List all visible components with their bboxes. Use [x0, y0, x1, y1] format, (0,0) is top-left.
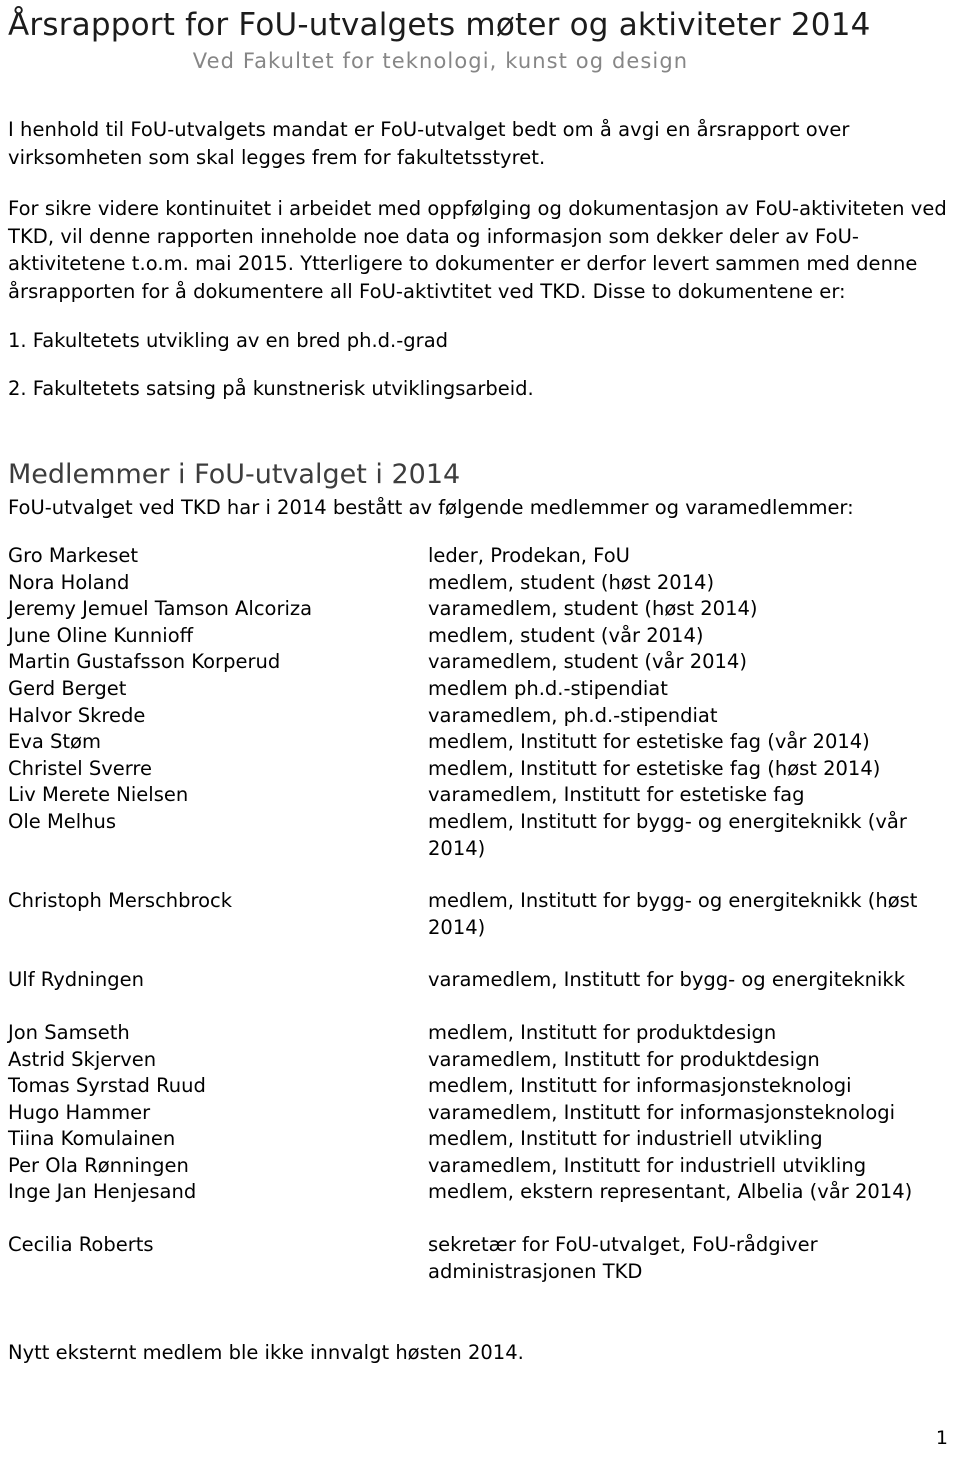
spacer-cell: [8, 941, 428, 967]
member-role: medlem, Institutt for produktdesign: [428, 1020, 777, 1044]
intro-paragraph-2: For sikre videre kontinuitet i arbeidet …: [8, 197, 947, 303]
member-name: Liv Merete Nielsen: [8, 783, 189, 807]
member-role: medlem, student (vår 2014): [428, 623, 704, 647]
table-row-spacer: [8, 862, 960, 888]
member-role: medlem, Institutt for estetiske fag (vår…: [428, 730, 870, 754]
member-name: Tiina Komulainen: [8, 1127, 176, 1151]
member-role: medlem, ekstern representant, Albelia (v…: [428, 1180, 913, 1204]
table-row: Ulf Rydningen varamedlem, Institutt for …: [8, 967, 960, 994]
table-row: Christel Sverre medlem, Institutt for es…: [8, 756, 960, 783]
spacer-cell: [428, 1206, 960, 1232]
table-row: Gro Markeset leder, Prodekan, FoU: [8, 543, 960, 570]
member-role: varamedlem, Institutt for informasjonste…: [428, 1100, 896, 1124]
member-role: sekretær for FoU-utvalget, FoU-rådgiver …: [428, 1233, 818, 1283]
member-role: varamedlem, ph.d.-stipendiat: [428, 703, 718, 727]
member-role: medlem ph.d.-stipendiat: [428, 676, 668, 700]
member-role: medlem, Institutt for estetiske fag (høs…: [428, 756, 881, 780]
member-role: varamedlem, Institutt for estetiske fag: [428, 783, 805, 807]
table-row: Gerd Berget medlem ph.d.-stipendiat: [8, 676, 960, 703]
member-role: medlem, Institutt for informasjonsteknol…: [428, 1074, 852, 1098]
table-row: Inge Jan Henjesand medlem, ekstern repre…: [8, 1179, 960, 1206]
table-row: Nora Holand medlem, student (høst 2014): [8, 570, 960, 597]
member-name: Gerd Berget: [8, 676, 127, 700]
member-role: varamedlem, Institutt for bygg- og energ…: [428, 968, 906, 992]
table-row: Jeremy Jemuel Tamson Alcoriza varamedlem…: [8, 596, 960, 623]
table-row-spacer: [8, 941, 960, 967]
member-role: medlem, Institutt for bygg- og energitek…: [428, 889, 918, 939]
member-name: Christoph Merschbrock: [8, 889, 233, 913]
member-role: medlem, student (høst 2014): [428, 570, 715, 594]
member-name: Cecilia Roberts: [8, 1233, 154, 1257]
spacer-cell: [8, 862, 428, 888]
table-row: Tomas Syrstad Ruud medlem, Institutt for…: [8, 1073, 960, 1100]
member-role: varamedlem, Institutt for industriell ut…: [428, 1153, 867, 1177]
spacer-cell: [428, 862, 960, 888]
list-item: 1. Fakultetets utvikling av en bred ph.d…: [8, 329, 449, 352]
table-row: Liv Merete Nielsen varamedlem, Institutt…: [8, 782, 960, 809]
table-row: June Oline Kunnioff medlem, student (vår…: [8, 623, 960, 650]
table-row: Christoph Merschbrock medlem, Institutt …: [8, 888, 960, 941]
members-section-intro: FoU-utvalget ved TKD har i 2014 bestått …: [8, 496, 854, 519]
member-name: Ulf Rydningen: [8, 968, 145, 992]
member-name: Ole Melhus: [8, 809, 117, 833]
member-name: Jon Samseth: [8, 1020, 130, 1044]
member-name: Inge Jan Henjesand: [8, 1180, 197, 1204]
table-row: Martin Gustafsson Korperud varamedlem, s…: [8, 649, 960, 676]
member-role: varamedlem, Institutt for produktdesign: [428, 1047, 820, 1071]
member-name: Per Ola Rønningen: [8, 1153, 189, 1177]
members-table-body: Gro Markeset leder, Prodekan, FoU Nora H…: [8, 543, 960, 1285]
member-name: Tomas Syrstad Ruud: [8, 1074, 206, 1098]
member-name: Halvor Skrede: [8, 703, 146, 727]
table-row: Cecilia Roberts sekretær for FoU-utvalge…: [8, 1232, 960, 1285]
member-name: Gro Markeset: [8, 544, 139, 567]
member-name: Martin Gustafsson Korperud: [8, 650, 281, 674]
member-name: June Oline Kunnioff: [8, 623, 194, 647]
spacer-cell: [8, 994, 428, 1020]
table-row: Tiina Komulainen medlem, Institutt for i…: [8, 1126, 960, 1153]
intro-paragraph-1: I henhold til FoU-utvalgets mandat er Fo…: [8, 118, 850, 169]
document-page: Årsrapport for FoU-utvalgets møter og ak…: [0, 0, 960, 1459]
members-section-heading: Medlemmer i FoU-utvalget i 2014: [8, 459, 461, 490]
member-name: Jeremy Jemuel Tamson Alcoriza: [8, 597, 313, 621]
table-row: Eva Støm medlem, Institutt for estetiske…: [8, 729, 960, 756]
page-number: 1: [935, 1427, 948, 1449]
spacer-cell: [428, 994, 960, 1020]
member-name: Christel Sverre: [8, 756, 153, 780]
table-row: Hugo Hammer varamedlem, Institutt for in…: [8, 1100, 960, 1127]
closing-note: Nytt eksternt medlem ble ikke innvalgt h…: [8, 1341, 524, 1365]
spacer-cell: [428, 941, 960, 967]
table-row: Ole Melhus medlem, Institutt for bygg- o…: [8, 809, 960, 862]
document-list: 1. Fakultetets utvikling av en bred ph.d…: [8, 327, 948, 402]
member-role: varamedlem, student (vår 2014): [428, 650, 747, 674]
page-subtitle: Ved Fakultet for teknologi, kunst og des…: [192, 49, 689, 73]
table-row: Jon Samseth medlem, Institutt for produk…: [8, 1020, 960, 1047]
member-role: medlem, Institutt for bygg- og energitek…: [428, 809, 907, 860]
table-row: Per Ola Rønningen varamedlem, Institutt …: [8, 1153, 960, 1180]
member-name: Hugo Hammer: [8, 1100, 151, 1124]
member-name: Astrid Skjerven: [8, 1047, 157, 1071]
list-item: 2. Fakultetets satsing på kunstnerisk ut…: [8, 376, 534, 400]
member-name: Eva Støm: [8, 730, 101, 754]
spacer-cell: [8, 1206, 428, 1232]
table-row-spacer: [8, 1206, 960, 1232]
table-row-spacer: [8, 994, 960, 1020]
table-row: Halvor Skrede varamedlem, ph.d.-stipendi…: [8, 703, 960, 730]
intro-section: I henhold til FoU-utvalgets mandat er Fo…: [8, 116, 948, 402]
member-role: varamedlem, student (høst 2014): [428, 597, 758, 621]
member-role: leder, Prodekan, FoU: [428, 544, 630, 567]
page-title: Årsrapport for FoU-utvalgets møter og ak…: [8, 7, 871, 43]
members-table: Gro Markeset leder, Prodekan, FoU Nora H…: [8, 543, 960, 1285]
member-role: medlem, Institutt for industriell utvikl…: [428, 1127, 823, 1151]
member-name: Nora Holand: [8, 570, 130, 594]
table-row: Astrid Skjerven varamedlem, Institutt fo…: [8, 1047, 960, 1074]
